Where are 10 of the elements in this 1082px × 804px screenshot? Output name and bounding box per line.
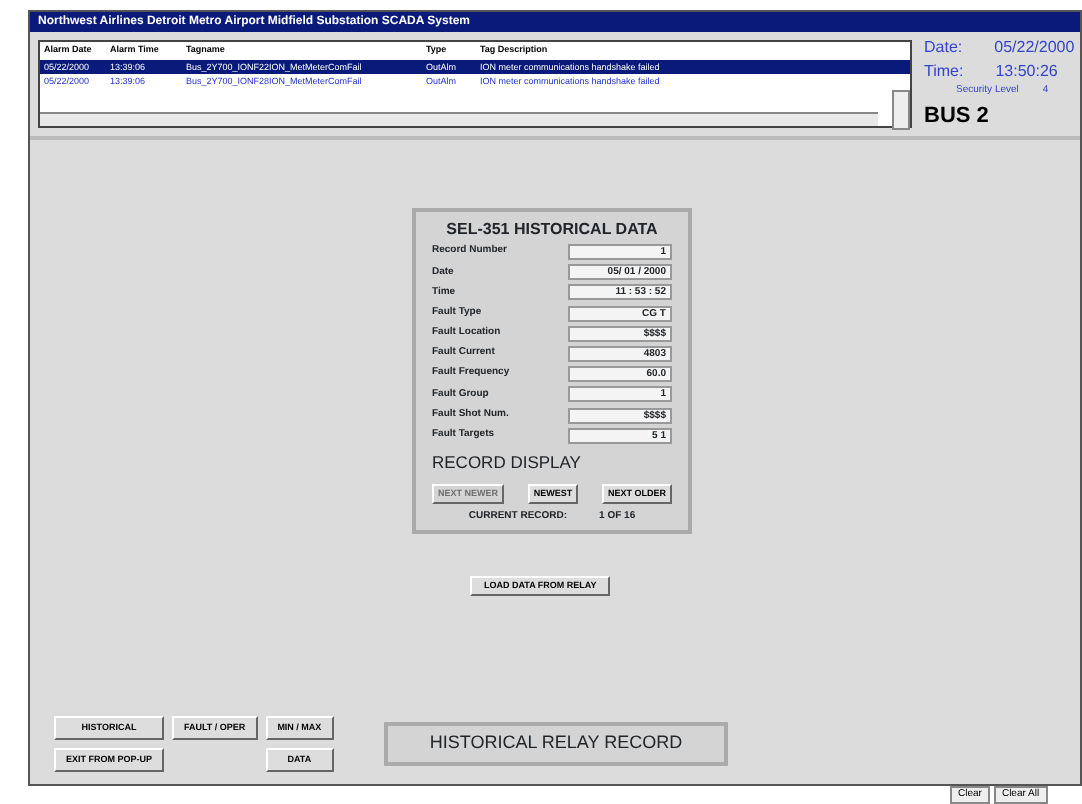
date-value: 05/22/2000 xyxy=(994,36,1075,60)
time-label: Time: xyxy=(924,60,964,84)
scrollbar[interactable] xyxy=(40,112,878,126)
date-label: Date: xyxy=(924,36,963,60)
panel-title: SEL-351 HISTORICAL DATA xyxy=(444,218,660,242)
screen-label: HISTORICAL RELAY RECORD xyxy=(384,722,728,766)
time-value: 13:50:26 xyxy=(995,60,1058,84)
bus-label: BUS 2 xyxy=(924,101,991,131)
scrollbar[interactable] xyxy=(892,90,910,130)
section-title: RECORD DISPLAY xyxy=(432,449,583,476)
